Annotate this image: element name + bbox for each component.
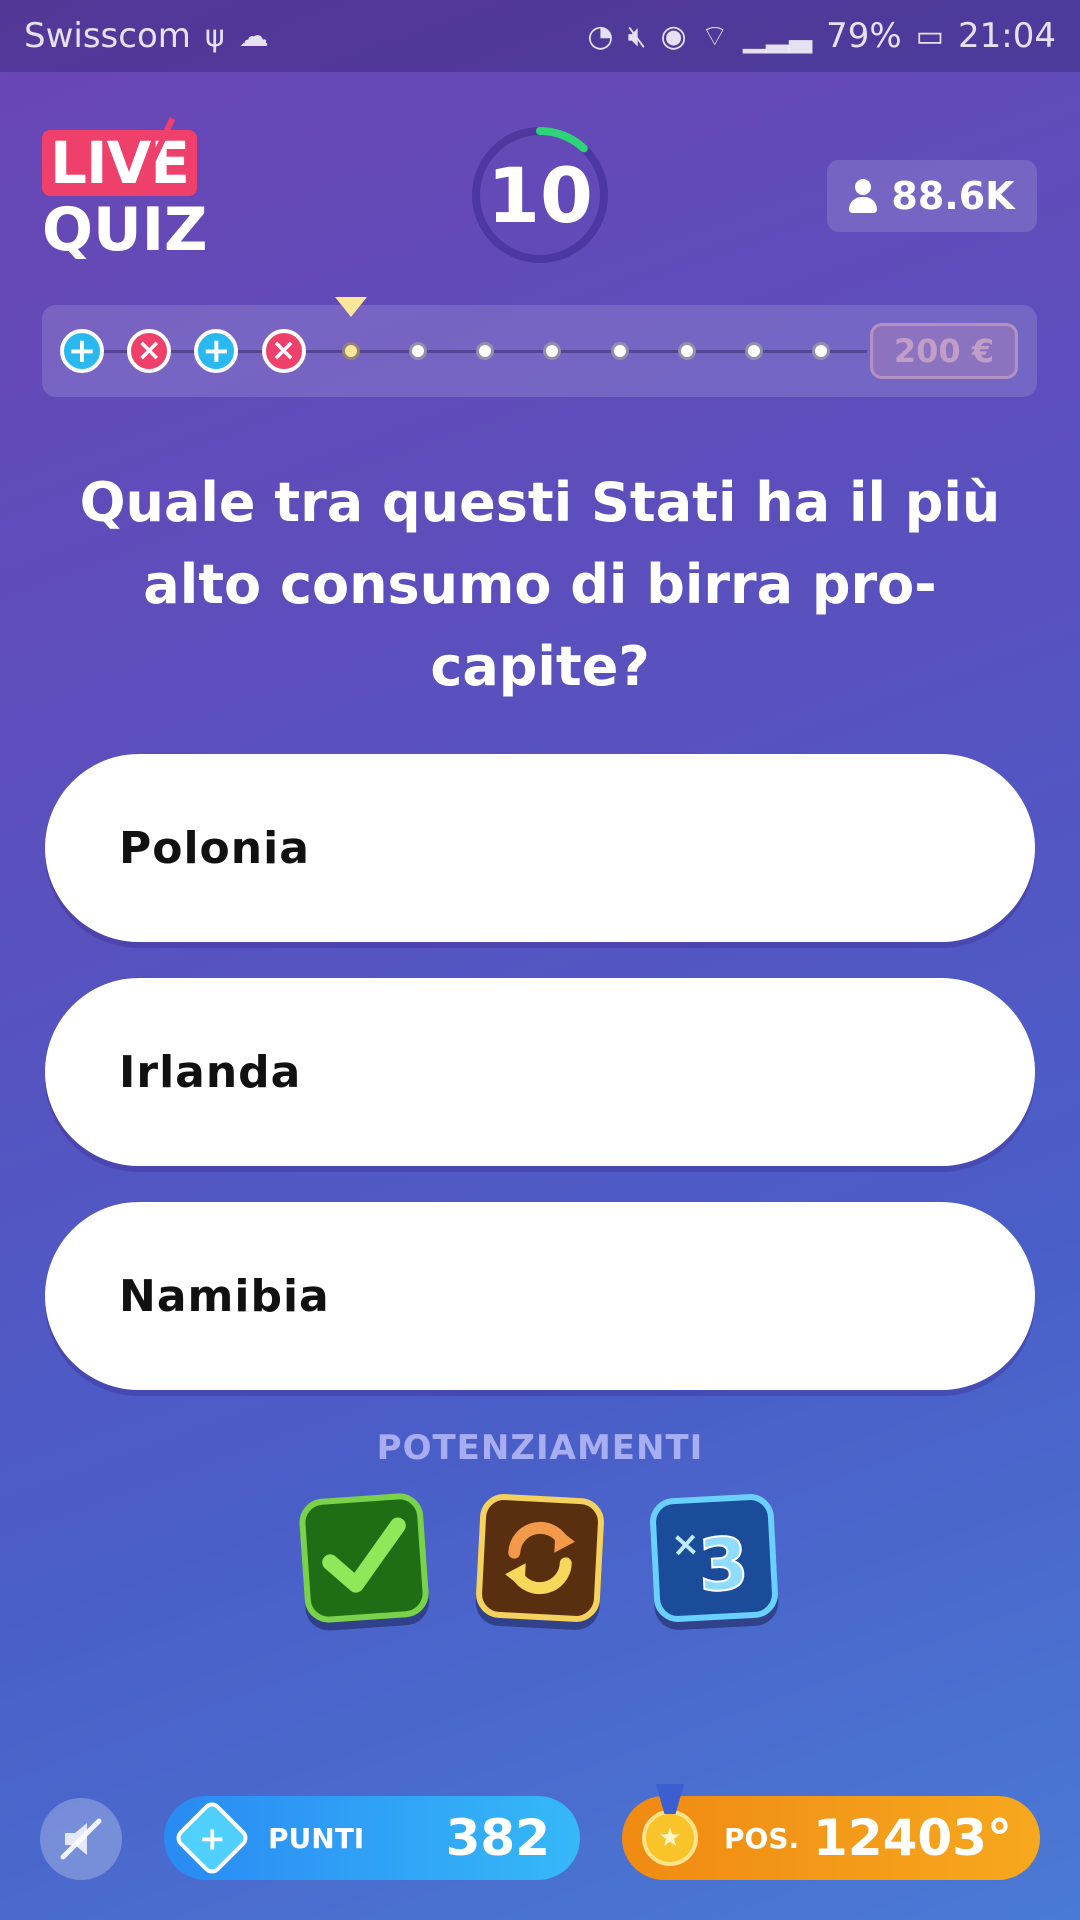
pending-question-dot	[543, 342, 562, 360]
track-step-8	[529, 328, 575, 374]
prize-badge: 200 €	[870, 323, 1018, 379]
pending-question-dot	[677, 342, 696, 360]
check-boost-button[interactable]	[297, 1491, 431, 1625]
logo-quiz-text: QUIZ	[42, 195, 208, 265]
answer-option-2[interactable]: Irlanda	[45, 978, 1035, 1166]
track-step-9	[597, 328, 643, 374]
pending-question-dot	[745, 342, 763, 360]
svg-text:3: 3	[696, 1521, 750, 1608]
status-bar: Swisscom ψ ☁ ◔ 🔇︎ ◉ ⌔ ▁▂▃ 79% ▭ 21:04	[0, 0, 1080, 72]
data-saver-icon: ◔	[587, 18, 614, 54]
points-label: PUNTI	[268, 1821, 365, 1855]
correct-answer-icon: +	[60, 329, 104, 373]
logo-live-text: LIVE	[42, 130, 198, 196]
question-text: Quale tra questi Stati ha il più alto co…	[79, 471, 1001, 698]
mute-toggle-button[interactable]	[40, 1798, 122, 1880]
battery-percent: 79%	[826, 16, 902, 56]
position-label: POS.	[724, 1821, 800, 1855]
battery-icon: ▭	[915, 18, 945, 54]
swap-arrows-icon	[505, 1521, 575, 1595]
clock: 21:04	[958, 16, 1056, 56]
points-badge: + PUNTI 382	[164, 1796, 580, 1880]
status-left: Swisscom ψ ☁	[24, 16, 269, 56]
cloud-icon: ☁	[238, 18, 269, 54]
answer-label: Polonia	[119, 822, 310, 874]
track-result-3: +	[193, 328, 239, 374]
pending-question-dot	[610, 342, 629, 360]
track-step-10	[664, 328, 710, 374]
carrier-name: Swisscom	[24, 16, 191, 56]
track-result-2: ×	[126, 328, 172, 374]
boosts-title: POTENZIAMENTI	[376, 1428, 704, 1468]
times-three-icon: × 3	[670, 1520, 751, 1608]
mute-icon: 🔇︎	[627, 18, 647, 54]
checkmark-icon	[322, 1517, 406, 1593]
viewer-count-badge: 88.6K	[827, 160, 1037, 232]
points-plus-icon: +	[172, 1798, 252, 1878]
correct-answer-icon: +	[194, 329, 239, 373]
wrong-answer-icon: ×	[261, 329, 306, 373]
person-icon	[849, 179, 878, 213]
track-result-4: ×	[261, 328, 307, 374]
track-step-11	[731, 328, 777, 374]
current-question-pointer-icon	[334, 297, 367, 317]
sound-off-icon	[60, 1818, 102, 1860]
eye-icon: ◉	[660, 18, 687, 54]
wrong-answer-icon: ×	[127, 329, 172, 373]
times-three-boost-button[interactable]: × 3	[648, 1492, 780, 1624]
status-right: ◔ 🔇︎ ◉ ⌔ ▁▂▃ 79% ▭ 21:04	[587, 16, 1056, 56]
pending-question-dot	[812, 342, 831, 360]
signal-icon: ▁▂▃	[742, 18, 813, 54]
question-progress-track: 200 € + × + ×	[42, 297, 1037, 397]
pending-question-dot	[476, 342, 495, 360]
usb-icon: ψ	[204, 18, 225, 54]
points-value: 382	[445, 1809, 550, 1867]
track-step-7	[462, 328, 508, 374]
countdown-timer: 10	[470, 125, 610, 265]
medal-icon: ★	[642, 1810, 698, 1866]
answer-option-3[interactable]: Namibia	[45, 1202, 1035, 1390]
track-step-5	[328, 328, 374, 374]
track-step-6	[395, 328, 441, 374]
swap-boost-button[interactable]	[474, 1492, 606, 1624]
answer-label: Namibia	[119, 1270, 330, 1322]
track-result-1: +	[59, 328, 105, 374]
track-step-12	[798, 328, 844, 374]
viewer-count: 88.6K	[891, 174, 1015, 218]
pending-question-dot	[409, 342, 427, 360]
timer-value: 10	[487, 150, 593, 240]
position-value: 12403°	[813, 1809, 1012, 1867]
current-question-dot	[341, 342, 360, 360]
answer-label: Irlanda	[119, 1046, 302, 1098]
live-quiz-logo: LIVE QUIZ	[42, 130, 212, 262]
answer-option-1[interactable]: Polonia	[45, 754, 1035, 942]
wifi-icon: ⌔	[700, 19, 729, 54]
position-badge: ★ POS. 12403°	[622, 1796, 1040, 1880]
